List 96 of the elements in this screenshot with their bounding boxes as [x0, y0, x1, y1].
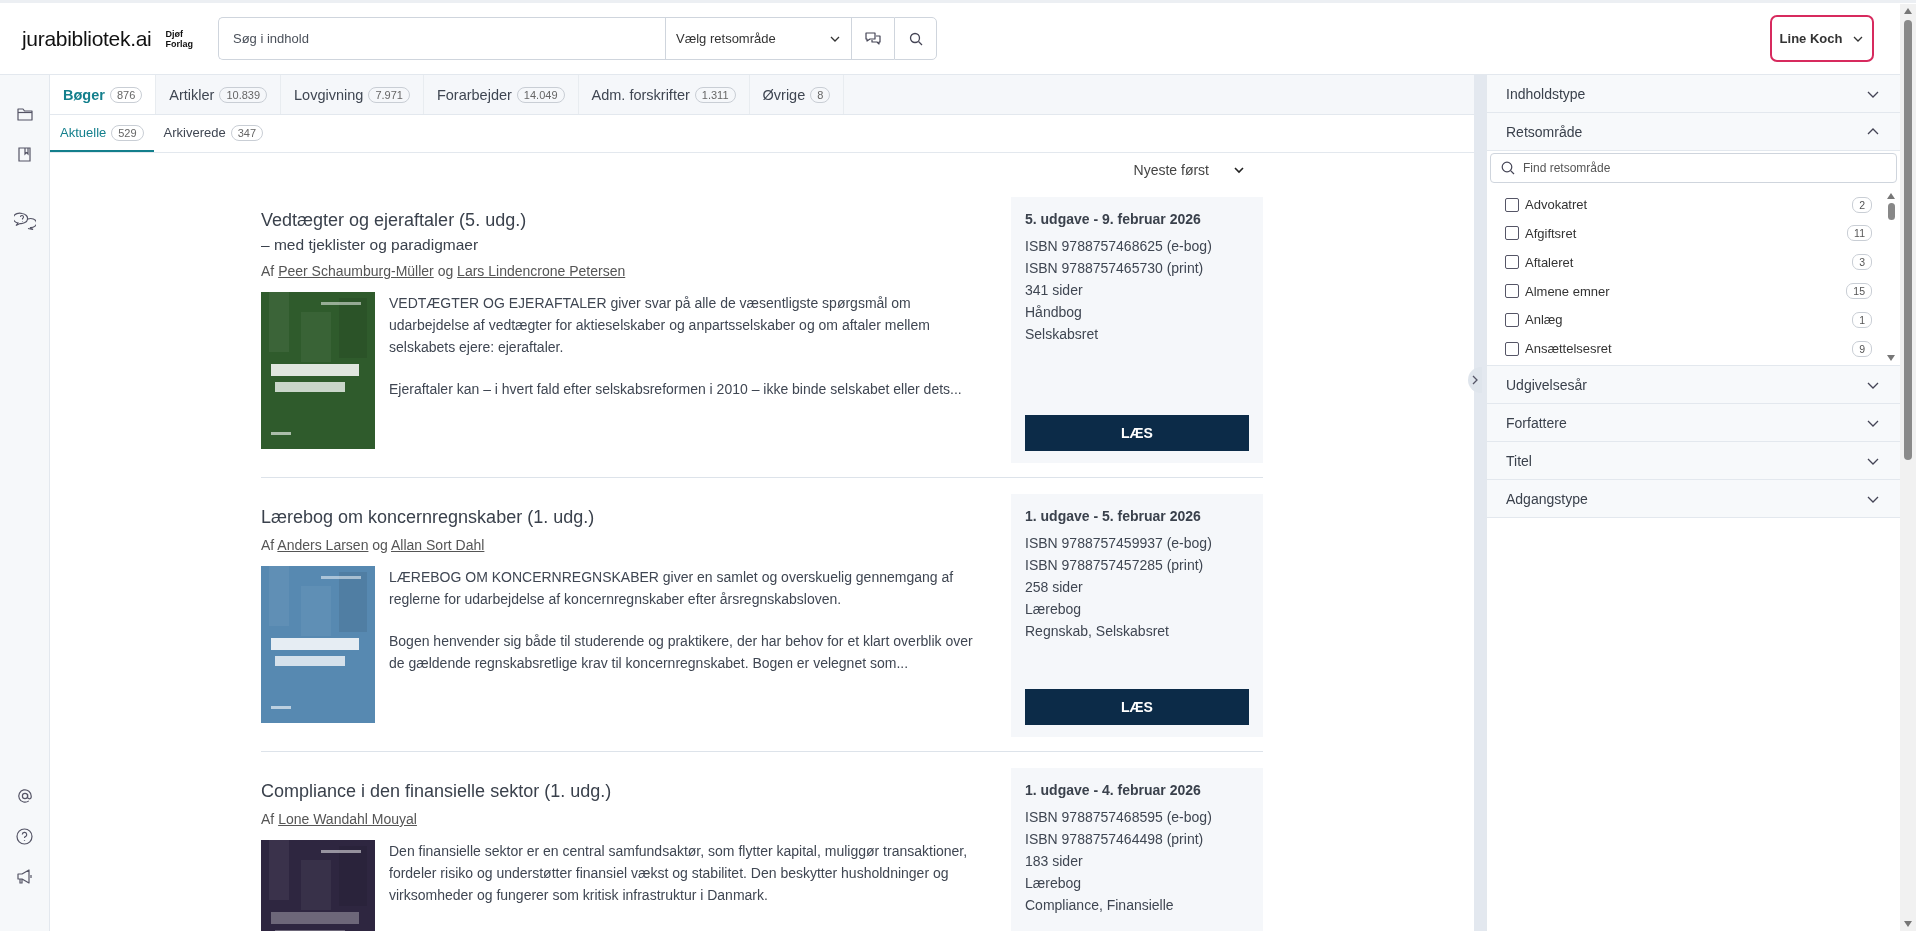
scrollbar-thumb[interactable]: [1904, 20, 1912, 460]
search-icon: [1501, 161, 1515, 175]
option-label[interactable]: Aftaleret: [1525, 254, 1847, 270]
book-detail: Håndbog: [1025, 303, 1083, 322]
scrollbar[interactable]: [1900, 4, 1916, 931]
filter-tab[interactable]: Arkiverede 347: [153, 115, 274, 152]
read-button[interactable]: LÆS: [1025, 689, 1249, 725]
book-detail: Selskabsret: [1025, 325, 1100, 344]
book-detail: 183 sider: [1025, 852, 1084, 871]
option-label[interactable]: Advokatret: [1525, 197, 1847, 213]
book-description: Ejeraftaler kan – i hvert fald efter selskabsreformen i 2010 – ikke binde selskabet eller dets...: [389, 380, 963, 399]
category-tab[interactable]: Bøger 876: [50, 75, 157, 114]
count-badge: 3: [1852, 254, 1872, 271]
filter-section-header[interactable]: Udgivelsesår: [1487, 366, 1900, 404]
option-label[interactable]: Afgiftsret: [1525, 225, 1842, 241]
book-detail: ISBN 9788757465730 (print): [1025, 259, 1205, 278]
edition-date: 1. udgave - 4. februar 2026: [1025, 782, 1202, 798]
book-detail: Compliance, Finansielle: [1025, 896, 1175, 915]
option-label[interactable]: Ansættelsesret: [1525, 341, 1847, 357]
chat-question-icon[interactable]: [13, 212, 36, 230]
edition-date: 5. udgave - 9. februar 2026: [1025, 211, 1202, 227]
category-tab[interactable]: Adm. forskrifter 1.311: [578, 75, 750, 114]
author-line: Af Anders Larsen og Allan Sort Dahl: [261, 537, 486, 553]
book-bookmark-icon[interactable]: [17, 147, 32, 162]
filter-search-field[interactable]: Find retsområde: [1490, 153, 1897, 183]
category-tab[interactable]: Øvrige 8: [749, 75, 845, 114]
book-title[interactable]: Compliance i den finansielle sektor (1. udg.): [261, 780, 987, 802]
book-description: VEDTÆGTER OG EJERAFTALER giver svar på alle de væsentligste spørgsmål om udarbejdelse af vedtægter for aktieselskaber og anpartsselskaber og om aftaler mellem selskabets ejere: ejeraftaler.: [389, 294, 931, 357]
book-detail: ISBN 9788757457285 (print): [1025, 556, 1205, 575]
author-link[interactable]: Lars Lindencrone Petersen: [457, 263, 626, 279]
option-label[interactable]: Anlæg: [1525, 312, 1847, 328]
checkbox[interactable]: [1505, 284, 1519, 299]
count-badge: 9: [1852, 340, 1872, 357]
book-subtitle: – med tjeklister og paradigmaer: [261, 236, 480, 254]
book-description: Bogen henvender sig både til studerende og praktikere, der har behov for et klart overblik over de gældende regnskabsretlige krav til koncernregnskabet. Bogen er velegnet som...: [389, 632, 974, 673]
filter-section-header[interactable]: Retsområde: [1487, 113, 1900, 151]
count-badge: 2: [1852, 196, 1872, 213]
sort-dropdown[interactable]: Nyeste først: [1127, 161, 1251, 179]
book-detail: ISBN 9788757464498 (print): [1025, 830, 1205, 849]
megaphone-icon[interactable]: [15, 869, 34, 885]
count-badge: 15: [1846, 283, 1872, 300]
user-menu-button[interactable]: Line Koch: [1770, 15, 1874, 62]
scrollbar-thumb[interactable]: [1887, 203, 1895, 220]
checkbox[interactable]: [1505, 197, 1519, 212]
scroll-down-arrow-icon[interactable]: [1904, 921, 1912, 927]
book-detail: ISBN 9788757468595 (e-bog): [1025, 808, 1213, 827]
help-icon[interactable]: [16, 828, 33, 845]
author-line: Af Peer Schaumburg-Müller og Lars Lindencrone Petersen: [261, 263, 627, 279]
checkbox[interactable]: [1505, 341, 1519, 356]
author-link[interactable]: Anders Larsen: [277, 537, 369, 553]
book-title[interactable]: Vedtægter og ejeraftaler (5. udg.): [261, 209, 987, 231]
category-tab[interactable]: Lovgivning 7.971: [281, 75, 424, 114]
panel-toggle-button[interactable]: [1468, 367, 1482, 393]
book-description: Den finansielle sektor er en central samfundsaktør, som flytter kapital, muliggør transaktioner, fordeler risiko og understøtter finansiel vækst og stabilitet. Den beskytter husholdninger og virksomheder og fungerer som kritisk infrastruktur i Danmark.: [389, 842, 969, 905]
chat-button[interactable]: [851, 17, 894, 60]
filter-section-header[interactable]: Indholdstype: [1487, 75, 1900, 113]
book-detail: 258 sider: [1025, 578, 1084, 597]
chevron-down-icon: [1233, 164, 1245, 176]
read-button[interactable]: LÆS: [1025, 415, 1249, 451]
filter-tab[interactable]: Aktuelle 529: [50, 115, 154, 152]
category-tab[interactable]: Artikler 10.839: [156, 75, 282, 114]
publisher-logo: Djøf Forlag: [165, 28, 193, 49]
filter-section-header[interactable]: Adgangstype: [1487, 480, 1900, 518]
checkbox[interactable]: [1505, 312, 1519, 327]
folder-icon[interactable]: [16, 107, 33, 121]
author-link[interactable]: Peer Schaumburg-Müller: [278, 263, 434, 279]
option-label[interactable]: Almene emner: [1525, 283, 1841, 299]
search-field[interactable]: Søg i indhold: [218, 17, 665, 60]
book-title[interactable]: Lærebog om koncernregnskaber (1. udg.): [261, 506, 987, 528]
book-detail: Lærebog: [1025, 600, 1083, 619]
count-badge: 11: [1847, 225, 1872, 242]
logo[interactable]: jurabibliotek.ai: [22, 26, 152, 51]
at-sign-icon[interactable]: [16, 788, 33, 804]
count-badge: 1: [1852, 311, 1872, 328]
scroll-up-arrow-icon[interactable]: [1887, 193, 1895, 199]
search-icon: [908, 31, 923, 46]
author-link[interactable]: Lone Wandahl Mouyal: [278, 811, 417, 827]
checkbox[interactable]: [1505, 255, 1519, 270]
book-description: LÆREBOG OM KONCERNREGNSKABER giver en samlet og overskuelig gennemgang af reglerne for udarbejdelse af koncernregnskaber efter årsregnskabsloven.: [389, 568, 955, 609]
book-detail: 341 sider: [1025, 281, 1084, 300]
book-detail: Regnskab, Selskabsret: [1025, 622, 1170, 641]
filter-section-header[interactable]: Titel: [1487, 442, 1900, 480]
checkbox[interactable]: [1505, 226, 1519, 241]
book-detail: ISBN 9788757468625 (e-bog): [1025, 237, 1213, 256]
scroll-up-arrow-icon[interactable]: [1904, 8, 1912, 14]
area-dropdown[interactable]: Vælg retsområde: [665, 17, 851, 60]
scroll-down-arrow-icon[interactable]: [1887, 355, 1895, 361]
book-detail: ISBN 9788757459937 (e-bog): [1025, 534, 1213, 553]
category-tab[interactable]: Forarbejder 14.049: [423, 75, 579, 114]
chat-bubbles-icon: [864, 30, 882, 47]
filter-section-header[interactable]: Forfattere: [1487, 404, 1900, 442]
edition-date: 1. udgave - 5. februar 2026: [1025, 508, 1202, 524]
author-link[interactable]: Allan Sort Dahl: [391, 537, 485, 553]
book-detail: Lærebog: [1025, 874, 1083, 893]
chevron-right-icon: [1471, 375, 1479, 385]
author-line: Af Lone Wandahl Mouyal: [261, 811, 418, 827]
